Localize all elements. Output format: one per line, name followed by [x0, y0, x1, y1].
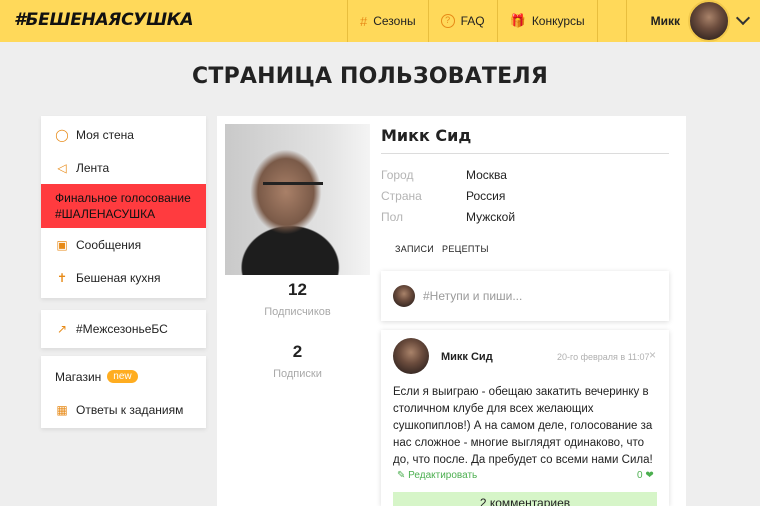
page-title: СТРАНИЦА ПОЛЬЗОВАТЕЛЯ — [192, 64, 548, 89]
glasses-shape — [263, 182, 323, 196]
user-menu[interactable]: Микк — [625, 0, 760, 42]
site-logo[interactable]: #БЕШЕНАЯСУШКА — [14, 10, 194, 30]
sidebar-item-label: Магазин — [55, 369, 102, 384]
sidebar-item-answers[interactable]: ▦ Ответы к заданиям — [41, 393, 206, 426]
profile-name: Микк Сид — [381, 126, 669, 154]
sidebar-item-final-vote[interactable]: Финальное голосование #ШАЛЕНАСУШКА — [41, 184, 206, 228]
nav-faq[interactable]: ? FAQ — [427, 0, 497, 42]
tab-posts[interactable]: ЗАПИСИ — [395, 244, 434, 254]
chevron-down-icon[interactable] — [735, 10, 751, 26]
question-icon: ? — [440, 14, 455, 28]
following-stat[interactable]: 2 Подписки — [225, 342, 370, 380]
sidebar-item-my-wall[interactable]: ◯ Моя стена — [41, 118, 206, 151]
post-text: Если я выиграю - обещаю закатить вечерин… — [393, 386, 653, 466]
arrows-icon: ↗ — [56, 321, 68, 336]
sidebar-shop: Магазин new ▦ Ответы к заданиям — [41, 356, 206, 428]
nav-contests-label: Конкурсы — [531, 14, 585, 28]
new-post-box[interactable]: #Нетупи и пиши... — [381, 271, 669, 321]
user-icon: ◯ — [55, 127, 69, 142]
tab-recipes[interactable]: РЕЦЕПТЫ — [442, 244, 489, 254]
following-count: 2 — [292, 342, 303, 361]
close-icon[interactable]: × — [649, 348, 656, 362]
info-key: Пол — [381, 210, 404, 224]
megaphone-icon: ◁ — [57, 160, 67, 175]
post-author[interactable]: Микк Сид — [441, 351, 493, 363]
sidebar-main: ◯ Моя стена ◁ Лента Финальное голосовани… — [41, 116, 206, 298]
avatar[interactable] — [393, 338, 429, 374]
info-value: Россия — [466, 189, 506, 203]
top-header: #БЕШЕНАЯСУШКА # Сезоны ? FAQ 🎁 Конкурсы … — [0, 0, 760, 42]
sidebar-item-feed[interactable]: ◁ Лента — [41, 151, 206, 184]
followers-label: Подписчиков — [264, 306, 331, 318]
main-nav: # Сезоны ? FAQ 🎁 Конкурсы — [347, 0, 598, 42]
profile-tabs: ЗАПИСИ РЕЦЕПТЫ — [395, 244, 489, 254]
like-button[interactable]: 0 ❤ — [637, 470, 654, 481]
new-badge: new — [107, 370, 138, 383]
comments-button[interactable]: 2 комментариев — [393, 492, 657, 506]
sidebar-item-label: #МежсезоньеБС — [76, 321, 168, 336]
likes-count: 0 — [637, 470, 643, 481]
sidebar-item-label: Лента — [76, 160, 110, 175]
avatar — [393, 285, 415, 307]
nav-faq-label: FAQ — [460, 14, 485, 28]
chat-icon: ▣ — [56, 237, 68, 252]
info-key: Страна — [381, 189, 422, 203]
heart-icon: ❤ — [645, 470, 654, 481]
nav-contests[interactable]: 🎁 Конкурсы — [496, 0, 598, 42]
cutlery-icon: ✝ — [56, 270, 68, 285]
avatar[interactable] — [688, 0, 730, 42]
following-label: Подписки — [273, 368, 322, 380]
sidebar-item-kitchen[interactable]: ✝ Бешеная кухня — [41, 261, 206, 294]
sidebar-item-offseason[interactable]: ↗ #МежсезоньеБС — [41, 312, 206, 345]
box-icon: ▦ — [56, 402, 68, 417]
sidebar-item-label: Ответы к заданиям — [76, 402, 184, 417]
info-key: Город — [381, 168, 414, 182]
edit-button[interactable]: ✎ Редактировать — [397, 470, 477, 481]
sidebar-item-label: Бешеная кухня — [76, 270, 161, 285]
profile-photo — [225, 124, 370, 275]
profile-panel: 12 Подписчиков 2 Подписки Микк Сид Город… — [217, 116, 686, 506]
info-value: Мужской — [466, 210, 516, 224]
sidebar-item-shop[interactable]: Магазин new — [41, 360, 206, 393]
nav-seasons[interactable]: # Сезоны — [347, 0, 428, 42]
wall-post: Микк Сид 20-го февраля в 11:07 × Если я … — [381, 330, 669, 506]
followers-count: 12 — [288, 280, 307, 299]
edit-label: Редактировать — [408, 470, 478, 481]
post-date: 20-го февраля в 11:07 — [557, 352, 650, 362]
info-value: Москва — [466, 168, 507, 182]
sidebar-item-label: Моя стена — [76, 127, 134, 142]
new-post-input[interactable]: #Нетупи и пиши... — [423, 289, 522, 303]
sidebar-item-messages[interactable]: ▣ Сообщения — [41, 228, 206, 261]
sidebar-offseason: ↗ #МежсезоньеБС — [41, 310, 206, 348]
nav-seasons-label: Сезоны — [373, 14, 416, 28]
sidebar-item-label: Финальное голосование #ШАЛЕНАСУШКА — [55, 191, 191, 221]
hash-icon: # — [360, 13, 368, 29]
followers-stat[interactable]: 12 Подписчиков — [225, 280, 370, 318]
gift-icon: 🎁 — [509, 13, 526, 28]
sidebar-item-label: Сообщения — [76, 237, 142, 252]
edit-icon: ✎ — [397, 470, 406, 481]
user-name: Микк — [650, 14, 680, 28]
